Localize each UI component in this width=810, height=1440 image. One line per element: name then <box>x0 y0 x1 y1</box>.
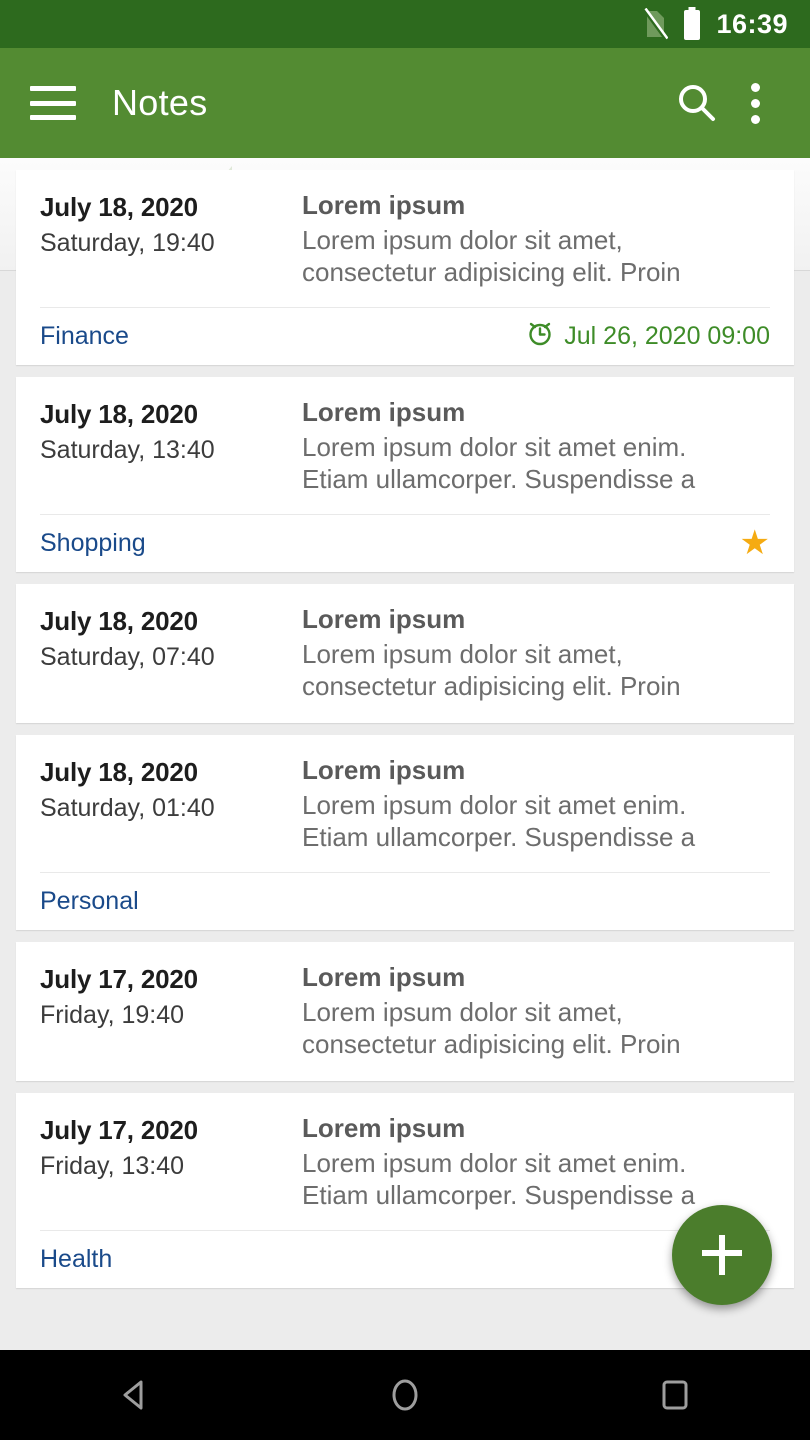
note-date: July 18, 2020 <box>40 756 198 787</box>
app-toolbar: Notes <box>0 48 810 190</box>
search-icon[interactable] <box>668 74 726 132</box>
system-navigation-bar <box>0 1350 810 1440</box>
note-date: July 17, 2020 <box>40 1114 198 1145</box>
hamburger-menu-icon[interactable] <box>30 86 76 120</box>
status-bar: 16:39 <box>0 0 810 48</box>
note-text-column: Lorem ipsum Lorem ipsum dolor sit amet en… <box>302 397 770 496</box>
home-circle-icon[interactable] <box>360 1350 450 1440</box>
note-card-body: July 18, 2020 Saturday, 19:40 Lorem ipsum L… <box>40 190 770 307</box>
note-preview: Lorem ipsum dolor sit amet, consectetur … <box>302 225 681 287</box>
note-date-column: July 18, 2020 Saturday, 19:40 <box>40 190 302 289</box>
note-day-time: Saturday, 19:40 <box>40 229 215 257</box>
note-card[interactable]: July 18, 2020 Saturday, 07:40 Lorem ipsum L… <box>16 583 794 723</box>
page-title: Notes <box>112 82 208 123</box>
note-day-time: Saturday, 07:40 <box>40 642 215 671</box>
note-text-column: Lorem ipsum Lorem ipsum dolor sit amet, c… <box>302 190 770 289</box>
note-card[interactable]: July 17, 2020 Friday, 19:40 Lorem ipsum Lor… <box>16 941 794 1081</box>
note-day-time: Saturday, 01:40 <box>40 793 215 822</box>
note-preview: Lorem ipsum dolor sit amet, consectetur … <box>302 996 681 1059</box>
note-title: Lorem ipsum <box>302 603 466 634</box>
back-triangle-icon[interactable] <box>90 1350 180 1440</box>
note-title: Lorem ipsum <box>302 190 466 220</box>
note-card[interactable]: July 18, 2020 Saturday, 01:40 Lorem ipsum L… <box>16 734 794 930</box>
notes-scroll-area[interactable]: July 18, 2020 Saturday, 19:40 Lorem ipsum L… <box>0 158 810 1350</box>
note-preview: Lorem ipsum dolor sit amet enim. Etiam u… <box>302 431 696 494</box>
note-category-link[interactable]: Health <box>40 1245 112 1274</box>
note-card[interactable]: July 18, 2020 Saturday, 13:40 Lorem ipsum L… <box>16 376 794 572</box>
note-title: Lorem ipsum <box>302 1112 466 1143</box>
note-card-footer: Shopping ★ <box>40 513 770 572</box>
note-card-body: July 18, 2020 Saturday, 01:40 Lorem ipsum L… <box>40 755 770 872</box>
note-date-column: July 18, 2020 Saturday, 13:40 <box>40 397 302 496</box>
note-category-link[interactable]: Personal <box>40 887 139 916</box>
note-card-body: July 17, 2020 Friday, 13:40 Lorem ipsum Lor… <box>40 1113 770 1230</box>
note-date-column: July 17, 2020 Friday, 13:40 <box>40 1113 302 1212</box>
alarm-clock-icon <box>526 319 554 354</box>
note-title: Lorem ipsum <box>302 754 466 785</box>
plus-icon <box>700 1233 744 1277</box>
note-card-footer: Health★ <box>40 1229 770 1288</box>
app-screen: 16:39 Notes Juli 2020 72 July 18, 2020Sa… <box>0 0 810 1440</box>
note-date: July 18, 2020 <box>40 192 198 222</box>
note-date: July 18, 2020 <box>40 398 198 429</box>
note-title: Lorem ipsum <box>302 961 466 992</box>
note-preview: Lorem ipsum dolor sit amet enim. Etiam u… <box>302 1147 696 1210</box>
note-card-footer: Finance Jul 26, 2020 09:00 <box>40 306 770 365</box>
note-text-column: Lorem ipsum Lorem ipsum dolor sit amet, c… <box>302 962 770 1061</box>
note-reminder: Jul 26, 2020 09:00 <box>526 319 770 354</box>
battery-full-icon <box>682 7 702 41</box>
note-day-time: Friday, 13:40 <box>40 1151 185 1180</box>
note-date-column: July 17, 2020 Friday, 19:40 <box>40 962 302 1061</box>
status-bar-clock: 16:39 <box>716 8 788 39</box>
favorite-star-icon[interactable]: ★ <box>740 526 770 560</box>
note-text-column: Lorem ipsum Lorem ipsum dolor sit amet en… <box>302 755 770 854</box>
note-card-body: July 17, 2020 Friday, 19:40 Lorem ipsum Lor… <box>40 962 770 1079</box>
note-preview: Lorem ipsum dolor sit amet enim. Etiam u… <box>302 789 696 852</box>
note-category-link[interactable]: Finance <box>40 322 129 351</box>
note-card-body: July 18, 2020 Saturday, 07:40 Lorem ipsum L… <box>40 604 770 721</box>
add-note-fab[interactable] <box>672 1205 772 1305</box>
no-sim-icon <box>642 8 669 40</box>
notes-list: July 18, 2020 Saturday, 19:40 Lorem ipsum L… <box>0 158 810 1288</box>
note-day-time: Friday, 19:40 <box>40 1000 185 1029</box>
note-day-time: Saturday, 13:40 <box>40 435 215 464</box>
note-card-footer: Personal <box>40 871 770 930</box>
note-text-column: Lorem ipsum Lorem ipsum dolor sit amet, c… <box>302 604 770 703</box>
note-reminder-label: Jul 26, 2020 09:00 <box>564 321 770 350</box>
note-text-column: Lorem ipsum Lorem ipsum dolor sit amet en… <box>302 1113 770 1212</box>
overflow-menu-icon[interactable] <box>726 74 784 132</box>
note-category-link[interactable]: Shopping <box>40 529 146 558</box>
note-footer-right: ★ <box>740 526 770 560</box>
note-date: July 18, 2020 <box>40 605 198 636</box>
note-date-column: July 18, 2020 Saturday, 07:40 <box>40 604 302 703</box>
note-footer-right: Jul 26, 2020 09:00 <box>526 319 770 354</box>
note-card[interactable]: July 18, 2020 Saturday, 19:40 Lorem ipsum L… <box>16 170 794 365</box>
note-preview: Lorem ipsum dolor sit amet, consectetur … <box>302 638 681 701</box>
note-title: Lorem ipsum <box>302 396 466 427</box>
note-card-body: July 18, 2020 Saturday, 13:40 Lorem ipsum L… <box>40 397 770 514</box>
note-date: July 17, 2020 <box>40 963 198 994</box>
recents-square-icon[interactable] <box>630 1350 720 1440</box>
note-date-column: July 18, 2020 Saturday, 01:40 <box>40 755 302 854</box>
